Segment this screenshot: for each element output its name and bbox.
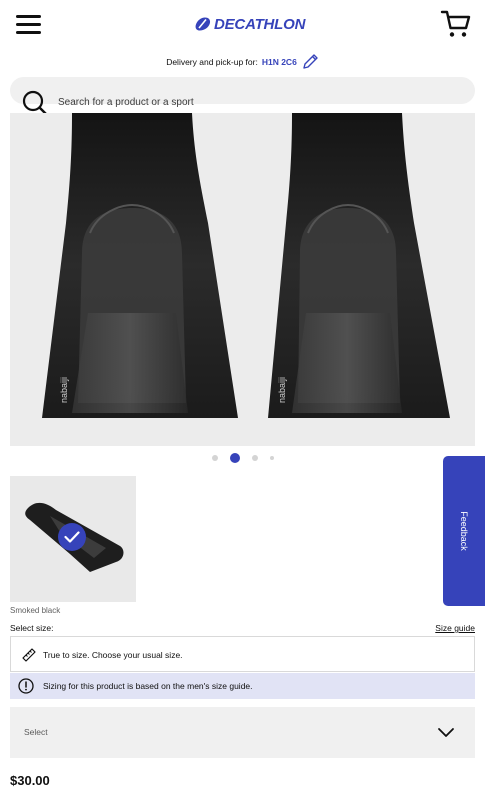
svg-text:nabaiji: nabaiji [277,377,287,403]
info-icon [18,678,34,694]
product-image: nabaiji nabaiji [10,113,475,446]
brand-logo-mark [195,17,211,31]
chevron-down-icon [438,728,454,737]
hamburger-menu-icon[interactable] [16,12,42,36]
size-select-dropdown[interactable]: Select [10,707,475,758]
delivery-info: Delivery and pick-up for: H1N 2C6 [0,52,485,72]
info-note-text: Sizing for this product is based on the … [43,681,253,691]
feedback-tab-label: Feedback [459,511,469,551]
size-guide-info-banner: Sizing for this product is based on the … [10,673,475,699]
carousel-dot[interactable] [211,455,218,461]
brand-name: DECATHLON [214,15,306,33]
size-guide-link[interactable]: Size guide [435,623,475,633]
pencil-icon[interactable] [301,53,319,71]
fin-brand-mark: nabaiji [59,377,69,403]
product-image-gallery[interactable]: nabaiji nabaiji [10,113,475,446]
delivery-label: Delivery and pick-up for: [166,57,258,67]
fit-note-text: True to size. Choose your usual size. [43,650,183,660]
product-price: $30.00 [10,773,50,788]
carousel-dot[interactable] [251,455,258,461]
select-size-label: Select size: [10,623,54,633]
feedback-tab[interactable]: Feedback [443,456,485,606]
postal-code-link[interactable]: H1N 2C6 [262,57,297,67]
ruler-icon [22,648,36,662]
top-bar: DECATHLON [0,0,485,52]
size-fit-note: True to size. Choose your usual size. [10,636,475,672]
carousel-dot-active[interactable] [229,453,240,463]
shopping-cart-icon[interactable] [440,9,472,39]
selected-color-label: Smoked black [10,606,61,615]
brand-logo[interactable]: DECATHLON [195,14,305,34]
selected-check-icon [58,523,86,551]
color-swatch-smoked-black[interactable] [10,476,136,602]
carousel-dot[interactable] [269,456,274,460]
size-select-value: Select [24,727,48,737]
search-input[interactable]: Search for a product or a sport [58,97,194,108]
search-bar[interactable]: Search for a product or a sport [10,77,475,116]
carousel-pagination [0,452,485,464]
